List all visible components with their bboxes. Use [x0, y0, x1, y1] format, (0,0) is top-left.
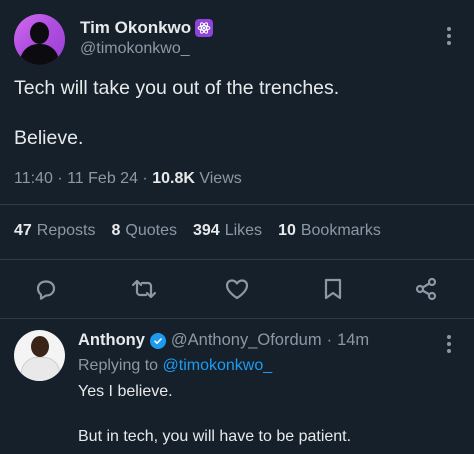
- stat-likes[interactable]: 394 Likes: [193, 222, 262, 240]
- stat-quotes[interactable]: 8 Quotes: [112, 222, 178, 240]
- more-icon: [447, 27, 451, 45]
- more-options-button[interactable]: [446, 26, 452, 51]
- divider: [0, 318, 474, 319]
- views-count: 10.8K: [152, 170, 195, 187]
- replying-to: Replying to @timokonkwo_: [78, 357, 272, 375]
- like-icon: [225, 279, 249, 300]
- divider: [0, 259, 474, 260]
- atom-badge-icon: [195, 19, 214, 37]
- reply-more-options-button[interactable]: [446, 334, 452, 359]
- divider: [0, 204, 474, 205]
- reply-author-handle[interactable]: @Anthony_Ofordum: [171, 331, 322, 350]
- views-label: Views: [199, 170, 242, 187]
- reply-author-avatar[interactable]: [14, 330, 65, 381]
- author-handle[interactable]: @timokonkwo_: [80, 40, 190, 58]
- repost-button[interactable]: [131, 277, 157, 306]
- post-text-line2: Believe.: [14, 127, 84, 149]
- post-stats: 47 Reposts 8 Quotes 394 Likes 10 Bookmarks: [14, 222, 381, 240]
- repost-icon: [131, 279, 157, 299]
- like-button[interactable]: [224, 277, 250, 306]
- reply-text-line2: But in tech, you will have to be patient…: [78, 428, 352, 445]
- reply-icon: [36, 280, 56, 300]
- post-time[interactable]: 11:40: [14, 170, 53, 187]
- reply-author-name[interactable]: Anthony: [78, 331, 145, 350]
- verified-icon: [149, 332, 166, 349]
- post-date[interactable]: 11 Feb 24: [67, 170, 138, 187]
- more-icon: [447, 335, 451, 353]
- author-name-row[interactable]: Tim Okonkwo: [80, 18, 214, 38]
- share-icon: [415, 277, 437, 301]
- stat-reposts[interactable]: 47 Reposts: [14, 222, 96, 240]
- author-name[interactable]: Tim Okonkwo: [80, 18, 191, 38]
- author-avatar[interactable]: [14, 14, 65, 65]
- replying-to-handle[interactable]: @timokonkwo_: [163, 357, 273, 374]
- reply-text-line1: Yes I believe.: [78, 383, 173, 400]
- reply-button[interactable]: [34, 277, 58, 306]
- post-text-line1: Tech will take you out of the trenches.: [14, 77, 340, 99]
- bookmark-icon: [324, 278, 342, 300]
- replying-to-prefix: Replying to: [78, 357, 159, 374]
- reply-header: Anthony @Anthony_Ofordum · 14m: [78, 331, 370, 350]
- stat-bookmarks[interactable]: 10 Bookmarks: [278, 222, 381, 240]
- bookmark-button[interactable]: [322, 277, 344, 306]
- share-button[interactable]: [414, 277, 438, 306]
- reply-age[interactable]: 14m: [337, 331, 369, 350]
- post-meta: 11:40 · 11 Feb 24 · 10.8K Views: [14, 170, 242, 187]
